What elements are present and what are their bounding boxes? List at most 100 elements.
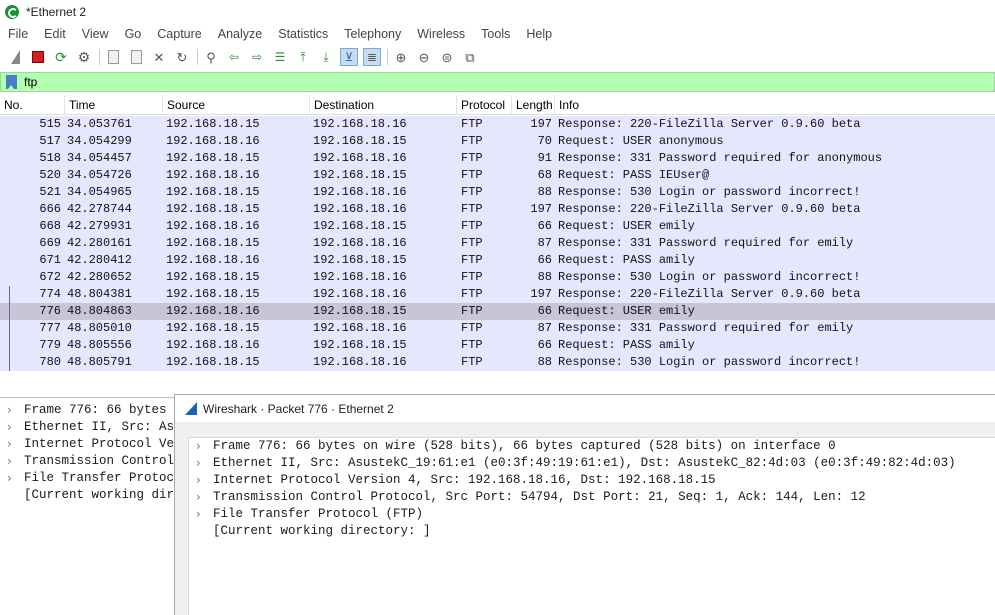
packet-row[interactable]: 672 42.280652 192.168.18.15 192.168.18.16 FT… (0, 269, 995, 286)
display-filter-input[interactable] (24, 75, 974, 89)
capture-options-icon[interactable]: ⚙ (75, 48, 93, 66)
go-last-packet-icon[interactable]: ⤓ (317, 48, 335, 66)
tree-item[interactable]: › Transmission Control Protocol, Src Port… (189, 489, 995, 506)
chevron-right-icon[interactable]: › (196, 489, 201, 506)
main-toolbar: ⟳ ⚙ ✕ ↻ ⚲ ⇦ ⇨ ☰ ⤒ ⤓ ⊻ ≣ ⊕ ⊖ ⊜ ⧉ (0, 45, 995, 69)
menu-telephony[interactable]: Telephony (336, 27, 409, 41)
packet-row[interactable]: 666 42.278744 192.168.18.15 192.168.18.16 FT… (0, 201, 995, 218)
open-file-icon[interactable] (104, 48, 122, 66)
go-forward-icon[interactable]: ⇨ (248, 48, 266, 66)
tree-item[interactable]: › File Transfer Protocol (FTP) (189, 506, 995, 523)
reload-file-icon[interactable]: ↻ (173, 48, 191, 66)
menu-tools[interactable]: Tools (473, 27, 518, 41)
packet-dialog-titlebar[interactable]: Wireshark · Packet 776 · Ethernet 2 (175, 395, 995, 422)
cell-protocol: FTP (461, 304, 483, 318)
chevron-right-icon[interactable]: › (196, 438, 201, 455)
column-header-no[interactable]: No. (0, 95, 65, 115)
cell-info: Request: PASS IEUser@ (558, 168, 710, 182)
cell-time: 34.054965 (67, 185, 132, 199)
packet-row[interactable]: 777 48.805010 192.168.18.15 192.168.18.16 FT… (0, 320, 995, 337)
cell-no: 672 (39, 270, 61, 284)
cell-no: 520 (39, 168, 61, 182)
column-header-info[interactable]: Info (555, 95, 995, 115)
menu-edit[interactable]: Edit (36, 27, 74, 41)
column-header-length[interactable]: Length (512, 95, 555, 115)
tree-item[interactable]: › Ethernet II, Src: Asus (0, 419, 175, 436)
menu-capture[interactable]: Capture (149, 27, 209, 41)
start-capture-icon[interactable] (6, 48, 24, 66)
packet-row[interactable]: 517 34.054299 192.168.18.16 192.168.18.15 FT… (0, 133, 995, 150)
tree-item[interactable]: › Internet Protocol Version 4, Src: 192.1… (189, 472, 995, 489)
tree-item-label: Transmission Control Protocol, Src Port:… (213, 490, 866, 504)
zoom-normal-icon[interactable]: ⊜ (438, 48, 456, 66)
tree-item[interactable]: [Current working directory: ] (189, 523, 995, 540)
tree-item-label: Ethernet II, Src: Asus (24, 420, 175, 434)
tree-item[interactable]: › Frame 776: 66 bytes on wire (528 bits),… (189, 438, 995, 455)
cell-no: 515 (39, 117, 61, 131)
column-header-time[interactable]: Time (65, 95, 163, 115)
go-first-packet-icon[interactable]: ⤒ (294, 48, 312, 66)
tree-item[interactable]: › Transmission Control P (0, 453, 175, 470)
tree-item[interactable]: › Frame 776: 66 bytes on (0, 402, 175, 419)
tree-item[interactable]: › File Transfer Protocol (0, 470, 175, 487)
go-to-packet-icon[interactable]: ☰ (271, 48, 289, 66)
packet-row[interactable]: 671 42.280412 192.168.18.16 192.168.18.15 FT… (0, 252, 995, 269)
packet-row[interactable]: 779 48.805556 192.168.18.16 192.168.18.15 FT… (0, 337, 995, 354)
menu-view[interactable]: View (74, 27, 117, 41)
colorize-icon[interactable]: ≣ (363, 48, 381, 66)
chevron-right-icon[interactable]: › (7, 436, 12, 453)
cell-protocol: FTP (461, 236, 483, 250)
packet-row[interactable]: 668 42.279931 192.168.18.16 192.168.18.15 FT… (0, 218, 995, 235)
close-file-icon[interactable]: ✕ (150, 48, 168, 66)
zoom-out-icon[interactable]: ⊖ (415, 48, 433, 66)
resize-columns-icon[interactable]: ⧉ (461, 48, 479, 66)
filter-bookmark-icon[interactable] (6, 75, 17, 89)
packet-row[interactable]: 780 48.805791 192.168.18.15 192.168.18.16 FT… (0, 354, 995, 371)
chevron-right-icon[interactable]: › (7, 470, 12, 487)
packet-row[interactable]: 518 34.054457 192.168.18.15 192.168.18.16 FT… (0, 150, 995, 167)
packet-row[interactable]: 776 48.804863 192.168.18.16 192.168.18.15 FT… (0, 303, 995, 320)
save-file-icon[interactable] (127, 48, 145, 66)
stop-capture-icon[interactable] (29, 48, 47, 66)
column-header-destination[interactable]: Destination (310, 95, 457, 115)
display-filter-bar (0, 72, 995, 92)
cell-protocol: FTP (461, 321, 483, 335)
menu-statistics[interactable]: Statistics (270, 27, 336, 41)
go-back-icon[interactable]: ⇦ (225, 48, 243, 66)
menu-go[interactable]: Go (117, 27, 150, 41)
chevron-right-icon[interactable]: › (196, 506, 201, 523)
column-header-source[interactable]: Source (163, 95, 310, 115)
cell-time: 34.054457 (67, 151, 132, 165)
menu-analyze[interactable]: Analyze (210, 27, 270, 41)
cell-source: 192.168.18.15 (166, 355, 260, 369)
packet-row[interactable]: 774 48.804381 192.168.18.15 192.168.18.16 FT… (0, 286, 995, 303)
chevron-right-icon[interactable]: › (7, 453, 12, 470)
packet-row[interactable]: 669 42.280161 192.168.18.15 192.168.18.16 FT… (0, 235, 995, 252)
packet-row[interactable]: 515 34.053761 192.168.18.15 192.168.18.16 FT… (0, 116, 995, 133)
chevron-right-icon[interactable]: › (7, 419, 12, 436)
zoom-in-icon[interactable]: ⊕ (392, 48, 410, 66)
menu-help[interactable]: Help (518, 27, 560, 41)
column-header-protocol[interactable]: Protocol (457, 95, 512, 115)
cell-no: 668 (39, 219, 61, 233)
menu-wireless[interactable]: Wireless (409, 27, 473, 41)
menu-file[interactable]: File (0, 27, 36, 41)
cell-length: 88 (537, 185, 552, 199)
autoscroll-icon[interactable]: ⊻ (340, 48, 358, 66)
find-packet-icon[interactable]: ⚲ (202, 48, 220, 66)
packet-row[interactable]: 520 34.054726 192.168.18.16 192.168.18.15 FT… (0, 167, 995, 184)
packet-row[interactable]: 521 34.054965 192.168.18.15 192.168.18.16 FT… (0, 184, 995, 201)
tree-item[interactable]: › Internet Protocol Vers (0, 436, 175, 453)
chevron-right-icon[interactable]: › (196, 472, 201, 489)
cell-length: 66 (537, 219, 552, 233)
cell-length: 66 (537, 253, 552, 267)
tree-item[interactable]: › Ethernet II, Src: AsustekC_19:61:e1 (e0… (189, 455, 995, 472)
chevron-right-icon[interactable]: › (196, 455, 201, 472)
chevron-right-icon[interactable]: › (7, 402, 12, 419)
cell-time: 34.053761 (67, 117, 132, 131)
tree-item[interactable]: [Current working direc (0, 487, 175, 504)
restart-capture-icon[interactable]: ⟳ (52, 48, 70, 66)
cell-destination: 192.168.18.16 (313, 321, 407, 335)
cell-protocol: FTP (461, 134, 483, 148)
cell-time: 42.278744 (67, 202, 132, 216)
